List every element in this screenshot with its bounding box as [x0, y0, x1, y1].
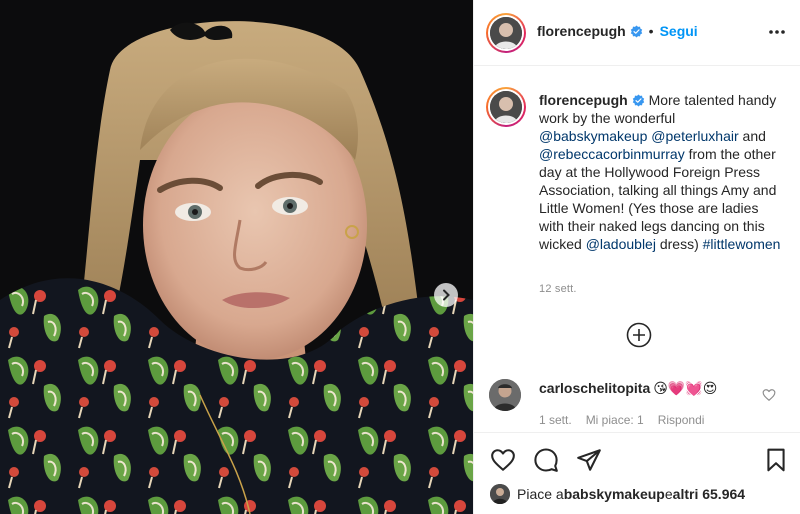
comment-item: carloschelitopita 😘💗💓😍 1 sett. Mi piace: 1…	[474, 372, 800, 432]
comment-timestamp[interactable]: 1 sett.	[539, 413, 572, 427]
verified-badge-icon	[632, 94, 644, 107]
comment-meta: 1 sett. Mi piace: 1 Rispondi	[539, 413, 718, 427]
separator-dot: •	[648, 23, 654, 39]
comment-likes[interactable]: Mi piace: 1	[586, 413, 644, 427]
likes-prefix: Piace a	[517, 486, 564, 502]
post-sidebar: florencepugh • Segui florencepugh More tal…	[473, 0, 800, 514]
post-header: florencepugh • Segui	[474, 0, 800, 66]
comment-line: carloschelitopita 😘💗💓😍	[539, 380, 717, 397]
commenter-avatar[interactable]	[489, 379, 521, 411]
mention-link[interactable]: @rebeccacorbinmurray	[539, 146, 685, 162]
avatar-image	[489, 379, 521, 411]
bookmark-icon[interactable]	[763, 447, 789, 473]
liker-username[interactable]: babskymakeup	[564, 486, 665, 502]
post-caption: florencepugh More talented handy work by…	[539, 91, 784, 253]
likes-middle: e	[664, 486, 673, 502]
heart-outline-icon[interactable]	[490, 447, 516, 473]
heart-outline-icon[interactable]	[762, 388, 776, 402]
verified-badge-icon	[630, 25, 642, 38]
mention-link[interactable]: @peterluxhair	[651, 128, 738, 144]
caption-text: dress)	[655, 236, 703, 252]
avatar-image	[490, 484, 510, 504]
plus-circle-icon[interactable]	[626, 322, 652, 348]
comment-bubble-icon[interactable]	[533, 447, 559, 473]
avatar-image	[490, 91, 522, 123]
carousel-next-button[interactable]	[434, 283, 458, 307]
caption-username[interactable]: florencepugh	[539, 92, 628, 108]
post-image	[0, 0, 473, 514]
more-options-icon[interactable]	[767, 22, 787, 42]
follow-button[interactable]: Segui	[660, 23, 698, 39]
action-bar	[474, 432, 800, 480]
caption-author-avatar[interactable]	[486, 87, 526, 127]
header-user-line: florencepugh • Segui	[537, 23, 698, 39]
comments-section[interactable]: florencepugh More talented handy work by…	[474, 66, 800, 430]
caption-timestamp[interactable]: 12 sett.	[539, 283, 577, 295]
author-username[interactable]: florencepugh	[537, 23, 626, 39]
mention-link[interactable]: @babskymakeup	[539, 128, 647, 144]
likes-summary: Piace a babskymakeup e altri 65.964	[490, 483, 745, 505]
chevron-right-icon	[443, 289, 450, 301]
author-avatar[interactable]	[486, 13, 526, 53]
avatar-image	[490, 17, 522, 49]
post-photo[interactable]	[0, 0, 473, 514]
reply-button[interactable]: Rispondi	[658, 413, 705, 427]
hashtag-link[interactable]: #littlewomen	[703, 236, 781, 252]
likes-others-link[interactable]: altri 65.964	[673, 486, 745, 502]
liker-avatar[interactable]	[490, 484, 510, 504]
paper-plane-icon[interactable]	[576, 447, 602, 473]
caption-text: and	[738, 128, 766, 144]
commenter-username[interactable]: carloschelitopita	[539, 380, 650, 396]
comment-text: 😘💗💓😍	[653, 381, 718, 397]
mention-link[interactable]: @ladoublej	[586, 236, 656, 252]
